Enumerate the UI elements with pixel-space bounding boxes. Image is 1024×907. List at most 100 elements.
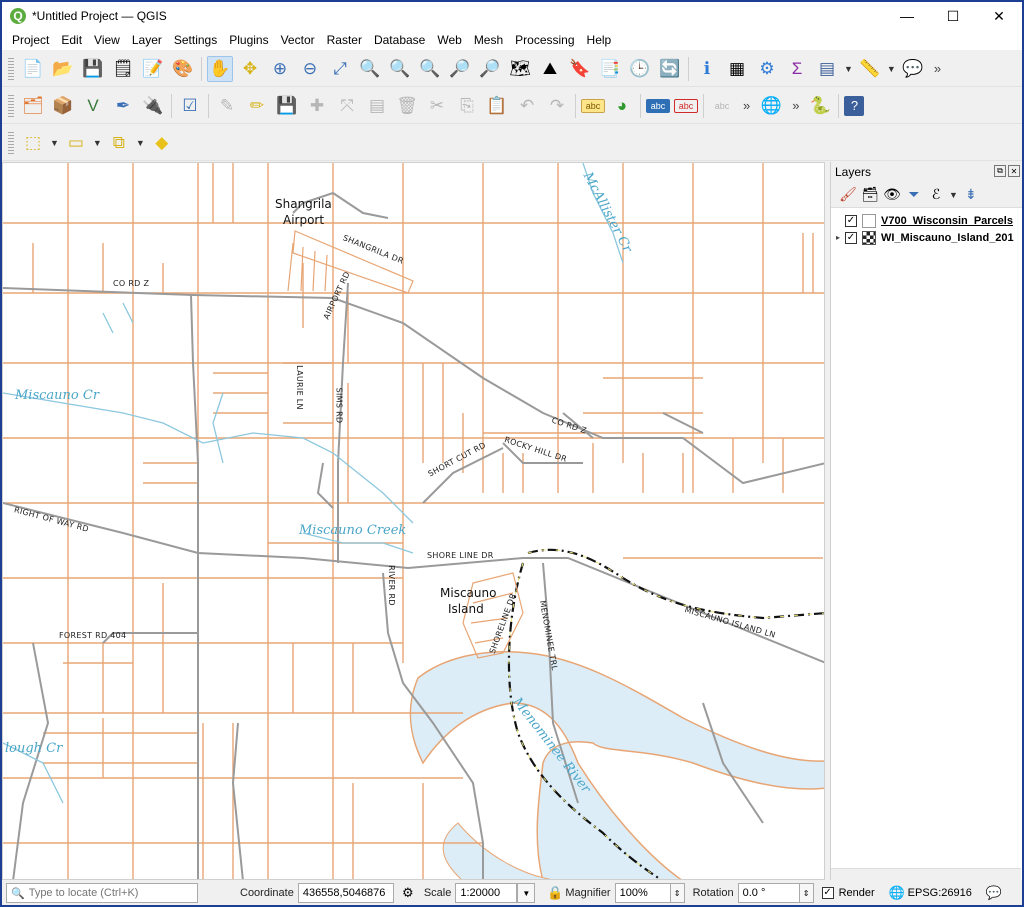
paste-features-icon[interactable]: 📋 <box>484 93 510 119</box>
render-checkbox[interactable]: ✓ <box>821 887 834 899</box>
crs-label[interactable]: EPSG:26916 <box>908 887 972 899</box>
menu-web[interactable]: Web <box>431 33 467 47</box>
menu-mesh[interactable]: Mesh <box>468 33 509 47</box>
redo-icon[interactable]: ↷ <box>544 93 570 119</box>
zoom-native-icon[interactable]: 🔍 <box>417 56 443 82</box>
toolbar-overflow-button[interactable]: » <box>934 61 941 76</box>
new-project-icon[interactable]: 📄 <box>20 56 46 82</box>
toolbar-handle[interactable] <box>8 57 14 80</box>
menu-edit[interactable]: Edit <box>55 33 88 47</box>
zoom-out-icon[interactable]: ⊖ <box>297 56 323 82</box>
dropdown-arrow-icon[interactable]: ▼ <box>887 64 896 74</box>
select-by-location-icon[interactable]: ◆ <box>149 130 175 156</box>
lock-scale-icon[interactable]: 🔒 <box>547 885 563 901</box>
pan-to-selection-icon[interactable]: ✥ <box>237 56 263 82</box>
dropdown-arrow-icon[interactable]: ▼ <box>93 138 102 148</box>
zoom-last-icon[interactable]: 🔎 <box>447 56 473 82</box>
toolbar-overflow-button[interactable]: » <box>792 98 799 113</box>
toolbar-overflow-button[interactable]: » <box>743 98 750 113</box>
modify-attributes-icon[interactable]: ▤ <box>364 93 390 119</box>
show-bookmarks-icon[interactable]: 📑 <box>597 56 623 82</box>
toolbar-handle[interactable] <box>8 131 14 154</box>
open-project-icon[interactable]: 📂 <box>50 56 76 82</box>
expand-all-icon[interactable]: ⇟ <box>960 184 982 206</box>
new-spatial-bookmark-icon[interactable]: 🔖 <box>567 56 593 82</box>
add-vector-layer-icon[interactable]: V <box>80 93 106 119</box>
coordinate-field[interactable]: 436558,5046876 <box>297 883 394 903</box>
float-panel-icon[interactable]: ⧉ <box>994 165 1006 177</box>
menu-project[interactable]: Project <box>6 33 55 47</box>
menu-settings[interactable]: Settings <box>168 33 223 47</box>
select-by-value-icon[interactable]: ▭ <box>63 130 89 156</box>
select-features-icon[interactable]: ⬚ <box>20 130 46 156</box>
digitize-icon[interactable]: ✒ <box>110 93 136 119</box>
open-field-calculator-icon[interactable]: ▤ <box>814 56 840 82</box>
toggle-extents-icon[interactable]: ⚙ <box>400 885 416 901</box>
close-panel-icon[interactable]: ✕ <box>1008 165 1020 177</box>
add-feature-icon[interactable]: ✚ <box>304 93 330 119</box>
maximize-button[interactable]: ☐ <box>930 2 976 30</box>
style-layer-icon[interactable]: 🖌 <box>837 184 859 206</box>
layer-row-parcels[interactable]: ✓ V700_Wisconsin_Parcels <box>831 212 1022 229</box>
rotation-spinner[interactable]: ⇕ <box>799 883 814 903</box>
measure-line-icon[interactable]: 📏 <box>857 56 883 82</box>
locator-bar[interactable]: 🔍 <box>6 883 198 903</box>
layer-name[interactable]: V700_Wisconsin_Parcels <box>881 215 1013 227</box>
copy-features-icon[interactable]: ⎘ <box>454 93 480 119</box>
layers-horizontal-scrollbar[interactable] <box>831 868 1021 880</box>
messages-icon[interactable]: 💬 <box>986 885 1002 901</box>
deselect-features-icon[interactable]: ⧉ <box>106 130 132 156</box>
scale-dropdown-icon[interactable]: ▼ <box>517 883 536 903</box>
processing-toolbox-icon[interactable]: ⚙ <box>754 56 780 82</box>
zoom-to-layer-icon[interactable]: 🔍 <box>387 56 413 82</box>
dropdown-arrow-icon[interactable]: ▼ <box>844 64 853 74</box>
hide-labels-icon[interactable]: abc <box>674 98 698 113</box>
layer-row-raster[interactable]: ▸ ✓ WI_Miscauno_Island_201 <box>831 229 1022 246</box>
pin-labels-icon[interactable]: abc <box>646 98 670 113</box>
menu-vector[interactable]: Vector <box>275 33 321 47</box>
dropdown-arrow-icon[interactable]: ▼ <box>50 138 59 148</box>
dropdown-arrow-icon[interactable]: ▼ <box>136 138 145 148</box>
zoom-full-icon[interactable]: ⤢ <box>327 56 353 82</box>
menu-raster[interactable]: Raster <box>321 33 368 47</box>
toolbar-handle[interactable] <box>8 94 14 117</box>
minimize-button[interactable]: — <box>884 2 930 30</box>
dropdown-arrow-icon[interactable]: ▼ <box>949 190 958 200</box>
close-button[interactable]: ✕ <box>976 2 1022 30</box>
new-print-layout-icon[interactable]: 🗒 <box>110 56 136 82</box>
locator-input[interactable] <box>28 887 189 899</box>
zoom-in-icon[interactable]: ⊕ <box>267 56 293 82</box>
map-canvas[interactable]: Shangrila Airport SHANGRILA DR CO RD Z A… <box>2 162 825 880</box>
layer-visibility-checkbox[interactable]: ✓ <box>845 214 857 227</box>
open-attribute-table-icon[interactable]: ▦ <box>724 56 750 82</box>
rotation-field[interactable]: 0.0 ° <box>737 883 800 903</box>
filter-legend-icon[interactable]: ⏷ <box>903 184 925 206</box>
delete-selected-icon[interactable]: 🗑 <box>394 93 420 119</box>
filter-expression-icon[interactable]: ℰ <box>925 184 947 206</box>
identify-features-icon[interactable]: ℹ <box>694 56 720 82</box>
new-geopackage-layer-icon[interactable]: 📦 <box>50 93 76 119</box>
add-group-icon[interactable]: 🗃 <box>859 184 881 206</box>
save-project-icon[interactable]: 💾 <box>80 56 106 82</box>
current-edits-icon[interactable]: ✎ <box>214 93 240 119</box>
save-edits-icon[interactable]: 💾 <box>274 93 300 119</box>
style-manager-icon[interactable]: 🎨 <box>170 56 196 82</box>
statistical-summary-icon[interactable]: Σ <box>784 56 810 82</box>
zoom-to-selection-icon[interactable]: 🔍 <box>357 56 383 82</box>
menu-processing[interactable]: Processing <box>509 33 580 47</box>
new-map-view-icon[interactable]: 🗺 <box>507 56 533 82</box>
plugin-icon[interactable]: 🔌 <box>140 93 166 119</box>
cut-features-icon[interactable]: ✂ <box>424 93 450 119</box>
rotate-label-icon[interactable]: abc <box>709 93 735 119</box>
crs-globe-icon[interactable]: 🌐 <box>889 885 905 901</box>
magnifier-spinner[interactable]: ⇕ <box>670 883 685 903</box>
zoom-next-icon[interactable]: 🔎 <box>477 56 503 82</box>
data-source-manager-icon[interactable]: 🗂 <box>20 93 46 119</box>
temporal-controller-icon[interactable]: 🕒 <box>627 56 653 82</box>
toggle-editing-icon[interactable]: ✏ <box>244 93 270 119</box>
check-geometry-icon[interactable]: ☑ <box>177 93 203 119</box>
help-contents-icon[interactable]: ? <box>844 95 865 116</box>
vertex-tool-icon[interactable]: ⤧ <box>334 93 360 119</box>
undo-icon[interactable]: ↶ <box>514 93 540 119</box>
refresh-icon[interactable]: 🔄 <box>657 56 683 82</box>
